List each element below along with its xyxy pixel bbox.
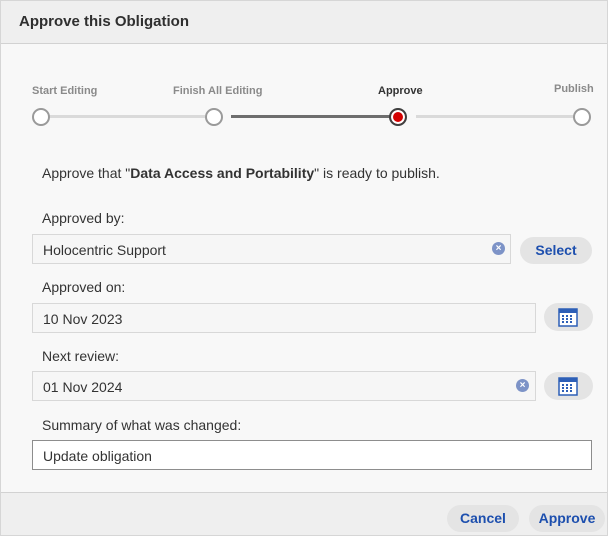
summary-label: Summary of what was changed: <box>42 417 242 433</box>
step-label-start-editing: Start Editing <box>32 85 98 97</box>
dialog-header: Approve this Obligation <box>1 1 607 44</box>
approved-by-label: Approved by: <box>42 210 125 226</box>
step-connector <box>231 115 391 118</box>
obligation-name: Data Access and Portability <box>130 165 315 181</box>
step-connector <box>49 115 205 118</box>
summary-input[interactable]: Update obligation <box>32 440 592 470</box>
approved-by-value: Holocentric Support <box>43 242 166 258</box>
step-label-approve: Approve <box>378 85 423 97</box>
next-review-calendar-button[interactable] <box>544 372 593 400</box>
step-node-publish <box>573 108 591 126</box>
step-node-approve <box>389 108 407 126</box>
step-node-start-editing <box>32 108 50 126</box>
dialog-title: Approve this Obligation <box>19 13 190 30</box>
calendar-icon <box>558 308 578 327</box>
approved-on-calendar-button[interactable] <box>544 303 593 331</box>
step-node-finish-all-editing <box>205 108 223 126</box>
cancel-button[interactable]: Cancel <box>447 505 519 532</box>
clear-icon[interactable]: × <box>492 242 505 255</box>
approval-message: Approve that "Data Access and Portabilit… <box>42 165 440 181</box>
summary-value: Update obligation <box>43 448 152 464</box>
next-review-value: 01 Nov 2024 <box>43 379 123 395</box>
dialog-footer: Cancel Approve <box>1 492 607 535</box>
step-label-finish-all-editing: Finish All Editing <box>173 85 263 97</box>
approve-button[interactable]: Approve <box>529 505 605 532</box>
workflow-stepper: Start Editing Finish All Editing Approve… <box>1 81 607 131</box>
calendar-icon <box>558 377 578 396</box>
step-connector <box>416 115 574 118</box>
clear-icon[interactable]: × <box>516 379 529 392</box>
approve-dialog: Approve this Obligation Start Editing Fi… <box>0 0 608 536</box>
next-review-field[interactable]: 01 Nov 2024 <box>32 371 536 401</box>
approved-on-field[interactable]: 10 Nov 2023 <box>32 303 536 333</box>
step-label-publish: Publish <box>554 83 594 95</box>
approved-by-field[interactable]: Holocentric Support <box>32 234 511 264</box>
select-button[interactable]: Select <box>520 237 592 264</box>
approved-on-value: 10 Nov 2023 <box>43 311 123 327</box>
next-review-label: Next review: <box>42 348 120 364</box>
approved-on-label: Approved on: <box>42 279 126 295</box>
